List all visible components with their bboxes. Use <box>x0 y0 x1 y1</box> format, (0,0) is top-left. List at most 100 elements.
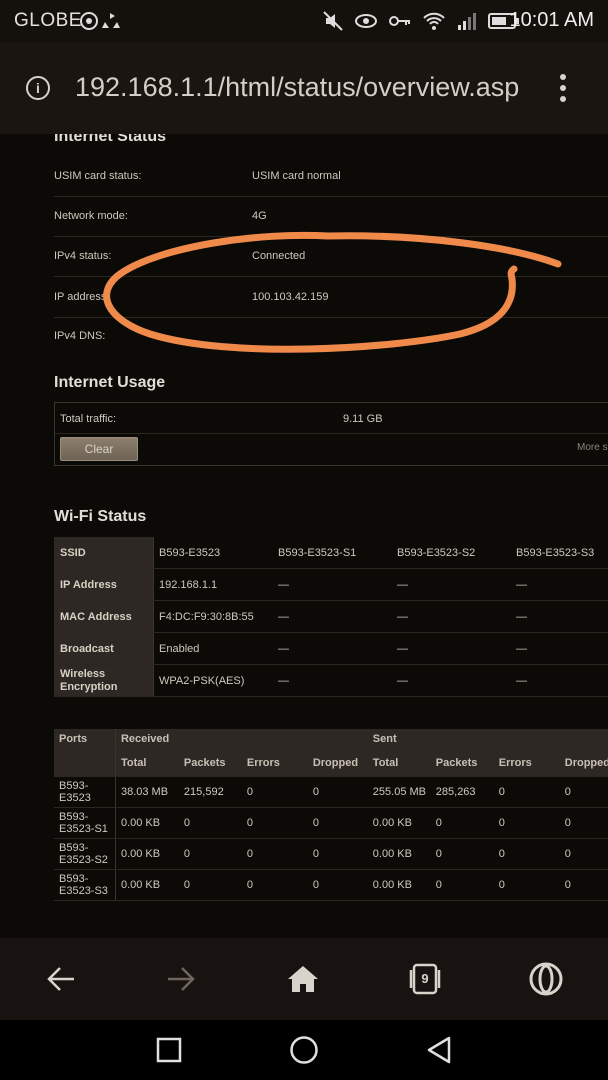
table-row: Wireless Encryption WPA2-PSK(AES) — — — <box>54 664 608 697</box>
tab-count: 9 <box>421 971 429 986</box>
table-cell: 0 <box>241 838 308 870</box>
table-cell: 0 <box>241 869 308 901</box>
table-cell: 0 <box>493 807 560 839</box>
table-cell: 0 <box>178 807 242 839</box>
table-cell: — <box>392 600 511 633</box>
carrier-logo-icon <box>80 10 124 37</box>
forward-arrow-icon[interactable] <box>151 949 211 1009</box>
table-cell: 0 <box>178 869 242 901</box>
opera-menu-icon[interactable] <box>516 949 576 1009</box>
back-arrow-icon[interactable] <box>31 949 91 1009</box>
total-traffic-value: 9.11 GB <box>343 413 383 425</box>
table-header-row: Ports Received Sent <box>54 729 608 750</box>
column-header: Packets <box>430 749 494 777</box>
column-header: Total <box>367 749 431 777</box>
table-cell: 0 <box>559 807 608 839</box>
browser-address-bar: i 192.168.1.1/html/status/overview.asp <box>0 42 608 134</box>
divider <box>54 196 608 197</box>
browser-menu-icon[interactable] <box>560 74 568 104</box>
hand-drawn-circle-annotation <box>103 231 562 353</box>
table-cell: 0 <box>493 869 560 901</box>
tabs-icon[interactable]: 9 <box>395 949 455 1009</box>
site-info-icon[interactable]: i <box>26 76 50 100</box>
back-triangle-icon[interactable] <box>409 1020 469 1080</box>
received-header: Received <box>115 729 368 750</box>
divider <box>55 433 608 434</box>
table-cell: F4:DC:F9:30:8B:55 <box>153 600 273 633</box>
table-cell: 0 <box>559 776 608 808</box>
table-cell: — <box>273 600 392 633</box>
clear-button[interactable]: Clear <box>60 437 138 461</box>
broadcast-header: Broadcast <box>54 632 154 665</box>
home-circle-icon[interactable] <box>274 1020 334 1080</box>
eye-icon <box>355 14 377 28</box>
table-row: MAC Address F4:DC:F9:30:8B:55 — — — <box>54 600 608 633</box>
ip-address-header: IP Address <box>54 568 154 601</box>
mac-address-header: MAC Address <box>54 600 154 633</box>
column-header: Dropped <box>559 749 608 777</box>
more-link[interactable]: More s <box>577 442 608 453</box>
ports-header: Ports <box>54 729 116 750</box>
table-cell: 0 <box>307 807 368 839</box>
table-row: SSID B593-E3523 B593-E3523-S1 B593-E3523… <box>54 537 608 569</box>
table-cell: 0 <box>178 838 242 870</box>
column-header: Dropped <box>307 749 368 777</box>
internet-usage-title: Internet Usage <box>54 374 166 391</box>
table-cell: 0 <box>241 776 308 808</box>
ssid-header: SSID <box>54 537 154 569</box>
sent-header: Sent <box>367 729 608 750</box>
table-cell: 0 <box>559 838 608 870</box>
url-field[interactable]: 192.168.1.1/html/status/overview.asp <box>75 72 519 103</box>
table-cell: — <box>511 664 608 697</box>
table-header-row: Total Packets Errors Dropped Total Packe… <box>54 749 608 777</box>
table-cell: — <box>273 632 392 665</box>
table-cell: — <box>392 632 511 665</box>
network-mode-value: 4G <box>252 210 267 222</box>
empty-header <box>54 749 116 777</box>
table-row: Broadcast Enabled — — — <box>54 632 608 665</box>
mute-icon <box>323 11 343 31</box>
status-bar: GLOBE 10:01 AM <box>0 0 608 42</box>
router-status-page: Internet Status USIM card status: USIM c… <box>0 134 608 938</box>
column-header: Packets <box>178 749 242 777</box>
table-cell: B593-E3523 <box>153 537 273 569</box>
port-name: B593-E3523-S3 <box>54 869 116 901</box>
clock: 10:01 AM <box>509 9 594 31</box>
table-cell: — <box>511 600 608 633</box>
table-cell: 0.00 KB <box>115 869 179 901</box>
network-mode-label: Network mode: <box>54 210 128 222</box>
table-cell: 285,263 <box>430 776 494 808</box>
table-row: B593-E3523-S3 0.00 KB 0 0 0 0.00 KB 0 0 … <box>54 869 608 901</box>
table-row: B593-E3523-S1 0.00 KB 0 0 0 0.00 KB 0 0 … <box>54 807 608 839</box>
wifi-icon <box>423 12 445 30</box>
home-icon[interactable] <box>273 949 333 1009</box>
table-cell: 0 <box>307 776 368 808</box>
wifi-status-table: SSID B593-E3523 B593-E3523-S1 B593-E3523… <box>54 537 608 697</box>
key-icon <box>389 16 410 26</box>
table-cell: B593-E3523-S1 <box>273 537 392 569</box>
recents-square-icon[interactable] <box>139 1020 199 1080</box>
table-cell: 192.168.1.1 <box>153 568 273 601</box>
table-cell: 0 <box>307 838 368 870</box>
internet-status-title: Internet Status <box>54 134 167 145</box>
table-row: B593-E3523 38.03 MB 215,592 0 0 255.05 M… <box>54 776 608 808</box>
table-cell: 0.00 KB <box>115 807 179 839</box>
usage-box: Total traffic: 9.11 GB Clear More s <box>54 402 608 466</box>
port-name: B593-E3523-S2 <box>54 838 116 870</box>
table-cell: — <box>273 664 392 697</box>
table-cell: 0 <box>493 776 560 808</box>
table-cell: 0.00 KB <box>115 838 179 870</box>
usim-status-value: USIM card normal <box>252 170 341 182</box>
table-cell: — <box>511 632 608 665</box>
table-cell: 255.05 MB <box>367 776 431 808</box>
carrier-label: GLOBE <box>14 10 82 31</box>
ports-table: Ports Received Sent Total Packets Errors… <box>54 729 608 901</box>
usim-status-label: USIM card status: <box>54 170 142 182</box>
table-cell: 0.00 KB <box>367 869 431 901</box>
wifi-status-title: Wi-Fi Status <box>54 508 147 525</box>
table-cell: 0 <box>430 838 494 870</box>
table-cell: 0 <box>430 869 494 901</box>
table-cell: B593-E3523-S3 <box>511 537 608 569</box>
signal-icon <box>458 13 476 30</box>
table-row: B593-E3523-S2 0.00 KB 0 0 0 0.00 KB 0 0 … <box>54 838 608 870</box>
